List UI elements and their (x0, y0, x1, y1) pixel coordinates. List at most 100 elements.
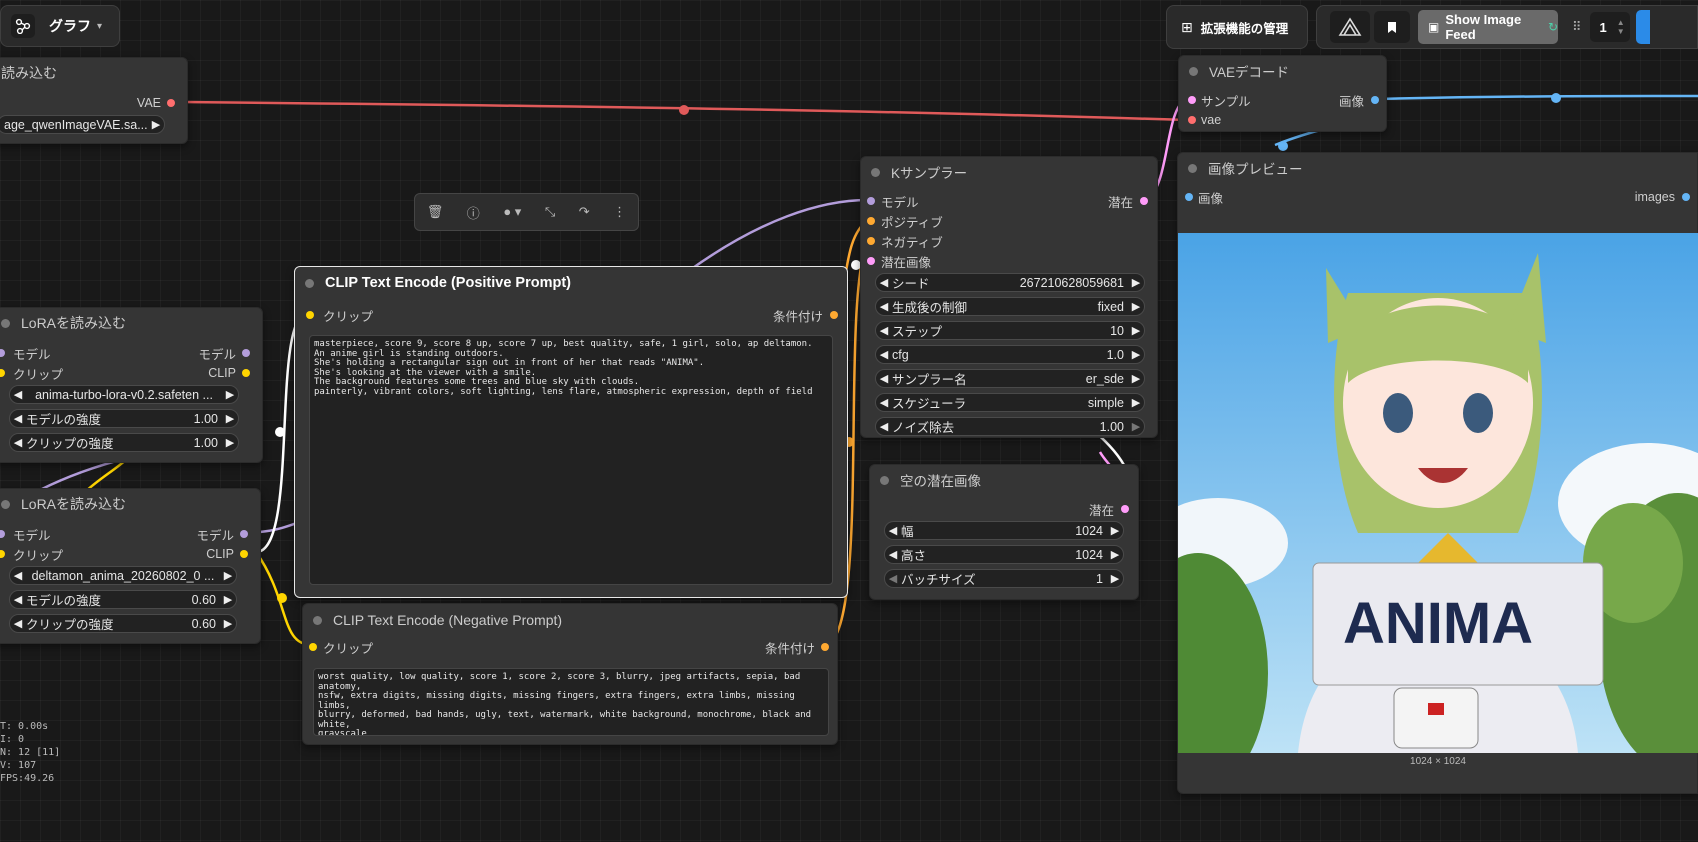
batch-size-widget[interactable]: ◀ バッチサイズ 1 ▶ (884, 569, 1124, 588)
control-after-generate-widget[interactable]: ◀ 生成後の制御 fixed ▶ (875, 297, 1145, 316)
input-clip[interactable]: クリップ (323, 306, 373, 324)
node-title: 読み込む (1, 65, 57, 81)
extensions-manager-button[interactable]: ⊞ 拡張機能の管理 (1166, 5, 1308, 49)
workflow-icon (11, 14, 35, 38)
lora-name-select[interactable]: ◀ anima-turbo-lora-v0.2.safeten ... ▶ (9, 385, 239, 404)
strength-clip-number[interactable]: ◀ クリップの強度 1.00 ▶ (9, 433, 239, 452)
samples-input-socket[interactable] (1188, 96, 1196, 104)
input-images[interactable]: 画像 (1198, 188, 1223, 206)
show-image-feed-button[interactable]: ▣ Show Image Feed ↻ (1418, 10, 1558, 44)
input-positive[interactable]: ポジティブ (881, 212, 943, 230)
node-clip-positive[interactable]: CLIP Text Encode (Positive Prompt) クリップ … (294, 266, 848, 598)
clip-input-socket[interactable] (309, 643, 317, 651)
node-image-preview[interactable]: 画像プレビュー 画像 images ANIMA 1024 × 1024 (1177, 152, 1698, 794)
strength-model-number[interactable]: ◀ モデルの強度 0.60 ▶ (9, 590, 237, 609)
output-clip[interactable]: CLIP (208, 364, 236, 382)
node-title: CLIP Text Encode (Positive Prompt) (295, 267, 847, 299)
latent-output-socket[interactable] (1140, 197, 1148, 205)
seed-widget[interactable]: ◀ シード 267210628059681 ▶ (875, 273, 1145, 292)
model-output-socket[interactable] (240, 530, 248, 538)
lora-name-select[interactable]: ◀ deltamon_anima_20260802_0 ... ▶ (9, 566, 237, 585)
output-image[interactable]: 画像 (1339, 91, 1364, 109)
run-button[interactable] (1635, 10, 1650, 44)
latent-output-socket[interactable] (1121, 505, 1129, 513)
input-negative[interactable]: ネガティブ (881, 232, 943, 250)
image-output-socket[interactable] (1371, 96, 1379, 104)
input-clip[interactable]: クリップ (13, 364, 63, 382)
output-images[interactable]: images (1635, 188, 1675, 206)
conditioning-output-socket[interactable] (830, 311, 838, 319)
output-latent[interactable]: 潜在 (1089, 500, 1114, 518)
height-widget[interactable]: ◀ 高さ 1024 ▶ (884, 545, 1124, 564)
steps-widget[interactable]: ◀ ステップ 10 ▶ (875, 321, 1145, 340)
denoise-widget[interactable]: ◀ ノイズ除去 1.00 ▶ (875, 417, 1145, 436)
generated-image[interactable]: ANIMA (1178, 233, 1698, 753)
clip-input-socket[interactable] (306, 311, 314, 319)
graph-menu-button[interactable]: グラフ ▾ (0, 5, 120, 47)
node-vae-loader[interactable]: 読み込む VAE age_qwenImageVAE.sa... ▶ (0, 57, 188, 144)
input-latent-image[interactable]: 潜在画像 (881, 252, 931, 270)
node-lora-1[interactable]: LoRAを読み込む モデル モデル クリップ CLIP ◀ anima-turbo… (0, 307, 263, 463)
clip-input-socket[interactable] (0, 550, 5, 558)
input-clip[interactable]: クリップ (323, 638, 373, 656)
input-clip[interactable]: クリップ (13, 545, 63, 563)
output-model[interactable]: モデル (196, 525, 234, 543)
drag-handle-icon[interactable]: ⠿ (1572, 19, 1582, 35)
model-input-socket[interactable] (0, 530, 5, 538)
queue-count-input[interactable]: 1 ▲ ▼ (1589, 12, 1630, 42)
images-input-socket[interactable] (1185, 193, 1193, 201)
vae-output-socket[interactable] (167, 99, 175, 107)
clip-output-socket[interactable] (242, 369, 250, 377)
output-model[interactable]: モデル (198, 344, 236, 362)
image-feed-icon: ▣ (1428, 20, 1440, 34)
positive-input-socket[interactable] (867, 217, 875, 225)
chevron-down-icon: ▾ (97, 20, 103, 32)
strength-clip-number[interactable]: ◀ クリップの強度 0.60 ▶ (9, 614, 237, 633)
sampler-name-widget[interactable]: ◀ サンプラー名 er_sde ▶ (875, 369, 1145, 388)
input-model[interactable]: モデル (881, 192, 919, 210)
node-title: 空の潜在画像 (870, 465, 1138, 495)
output-clip[interactable]: CLIP (206, 545, 234, 563)
cfg-widget[interactable]: ◀ cfg 1.0 ▶ (875, 345, 1145, 364)
wire-model-to-ksampler (689, 198, 869, 272)
strength-model-number[interactable]: ◀ モデルの強度 1.00 ▶ (9, 409, 239, 428)
input-vae[interactable]: vae (1201, 111, 1221, 129)
model-input-socket[interactable] (0, 349, 5, 357)
negative-input-socket[interactable] (867, 237, 875, 245)
anima-logo-icon[interactable] (1330, 11, 1370, 43)
stepper-icon[interactable]: ▲ ▼ (1617, 18, 1625, 36)
input-model[interactable]: モデル (13, 344, 51, 362)
width-widget[interactable]: ◀ 幅 1024 ▶ (884, 521, 1124, 540)
more-options-icon[interactable]: ⋮ (613, 204, 626, 220)
scheduler-widget[interactable]: ◀ スケジューラ simple ▶ (875, 393, 1145, 412)
clip-input-socket[interactable] (0, 369, 5, 377)
trash-icon[interactable]: 🗑 (427, 204, 444, 220)
vae-input-socket[interactable] (1188, 116, 1196, 124)
input-model[interactable]: モデル (13, 525, 51, 543)
node-empty-latent[interactable]: 空の潜在画像 潜在 ◀ 幅 1024 ▶ ◀ 高さ 1024 ▶ ◀ バッチサイズ 1 ▶ (869, 464, 1139, 600)
images-output-socket[interactable] (1682, 193, 1690, 201)
model-input-socket[interactable] (867, 197, 875, 205)
node-title: 画像プレビュー (1178, 153, 1697, 183)
input-samples[interactable]: サンプル (1201, 91, 1251, 109)
node-ksampler[interactable]: Kサンプラー モデル 潜在 ポジティブ ネガティブ 潜在画像 ◀ シード 26721… (860, 156, 1158, 438)
output-conditioning[interactable]: 条件付け (765, 638, 815, 656)
collapse-icon[interactable]: ⤡ (545, 204, 555, 220)
vae-name-select[interactable]: age_qwenImageVAE.sa... ▶ (0, 115, 165, 134)
node-vae-decode[interactable]: VAEデコード サンプル 画像 vae (1178, 55, 1387, 132)
node-lora-2[interactable]: LoRAを読み込む モデル モデル クリップ CLIP ◀ deltamon_an… (0, 488, 261, 644)
latent-input-socket[interactable] (867, 257, 875, 265)
negative-prompt-textarea[interactable]: worst quality, low quality, score 1, sco… (313, 668, 829, 736)
output-conditioning[interactable]: 条件付け (773, 306, 823, 324)
node-clip-negative[interactable]: CLIP Text Encode (Negative Prompt) クリップ … (302, 603, 838, 745)
conditioning-output-socket[interactable] (821, 643, 829, 651)
output-vae[interactable]: VAE (137, 94, 161, 112)
model-output-socket[interactable] (242, 349, 250, 357)
info-icon[interactable]: ⓘ (467, 203, 480, 222)
color-picker-icon[interactable]: ● ▾ (503, 204, 521, 220)
bypass-icon[interactable]: ↷ (579, 204, 590, 220)
clip-output-socket[interactable] (240, 550, 248, 558)
bookmark-icon[interactable] (1374, 11, 1410, 43)
output-latent[interactable]: 潜在 (1108, 192, 1133, 210)
positive-prompt-textarea[interactable]: masterpiece, score 9, score 8 up, score … (309, 335, 833, 585)
